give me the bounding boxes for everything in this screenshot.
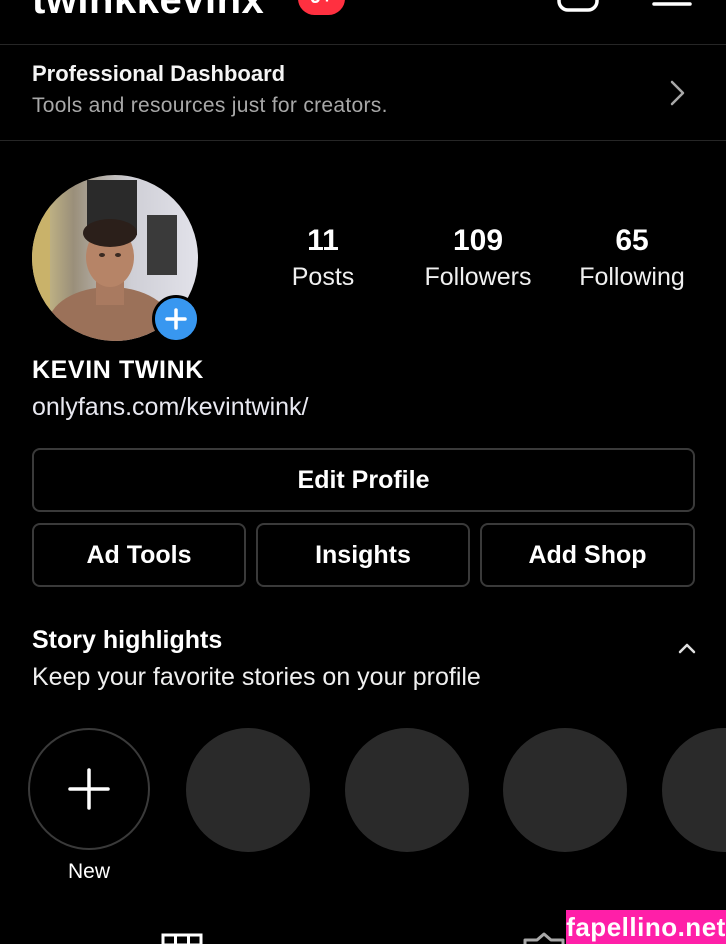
new-highlight-label: New [67,860,110,883]
add-story-icon[interactable] [152,295,200,343]
pro-dashboard-title: Professional Dashboard [32,61,286,86]
following-stat[interactable]: 65 Following [557,224,707,296]
posts-stat[interactable]: 11 Posts [248,224,398,296]
profile-screen: twinkkevinx 9+ Professional Dashboard To… [0,0,726,944]
professional-dashboard[interactable]: Professional Dashboard Tools and resourc… [0,45,726,141]
following-label: Following [579,263,685,291]
chevron-right-icon [670,80,685,106]
chevron-up-icon[interactable] [676,640,698,656]
grid-icon[interactable] [160,932,204,944]
menu-icon[interactable] [652,0,692,14]
followers-count: 109 [452,224,504,257]
following-count: 65 [615,224,649,257]
display-name: KEVIN TWINK [32,356,204,384]
story-highlights-subtitle: Keep your favorite stories on your profi… [32,663,481,691]
followers-label: Followers [424,263,532,291]
highlight-placeholder [503,728,627,852]
plus-icon [68,768,110,810]
posts-label: Posts [291,263,355,291]
add-shop-button[interactable]: Add Shop [480,523,695,587]
story-highlights-title: Story highlights [32,626,223,654]
top-bar: twinkkevinx 9+ [0,0,726,45]
bio-link[interactable]: onlyfans.com/kevintwink/ [32,393,309,422]
highlight-placeholder [345,728,469,852]
notification-badge: 9+ [298,0,345,15]
highlight-placeholder [662,728,726,852]
posts-count: 11 [307,224,339,257]
watermark: fapellino.net [566,910,726,944]
username-title[interactable]: twinkkevinx [32,0,264,23]
add-post-icon[interactable] [556,0,600,16]
pro-dashboard-subtitle: Tools and resources just for creators. [32,94,388,117]
followers-stat[interactable]: 109 Followers [403,224,553,296]
ad-tools-button[interactable]: Ad Tools [32,523,246,587]
tagged-icon[interactable] [522,932,566,944]
edit-profile-button[interactable]: Edit Profile [32,448,695,512]
insights-button[interactable]: Insights [256,523,470,587]
highlight-placeholder [186,728,310,852]
